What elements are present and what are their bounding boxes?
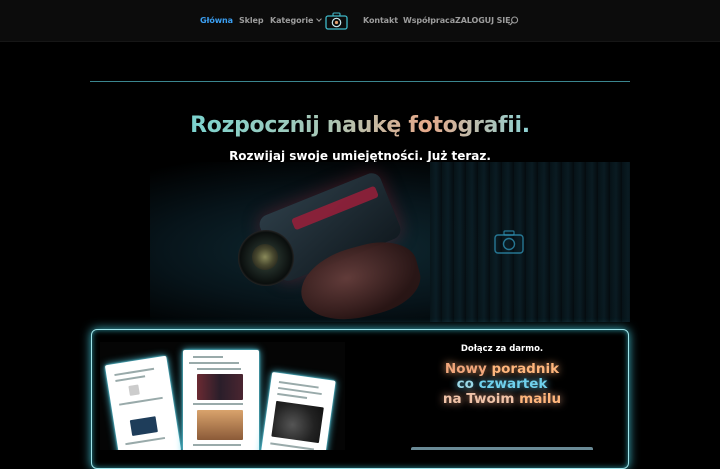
promo-line2-a: co [456, 376, 479, 392]
guide-page-3 [260, 371, 336, 450]
search-icon[interactable] [509, 16, 519, 26]
chevron-down-icon [316, 16, 323, 22]
nav-item-wspolpraca[interactable]: Współpraca [403, 16, 455, 25]
hero-title: Rozpocznij naukę fotografii. [190, 113, 530, 138]
nav-item-kategorie[interactable]: Kategorie [270, 16, 323, 25]
hero-subtitle: Rozwijaj swoje umiejętności. Już teraz. [229, 149, 491, 163]
hero-photo [150, 162, 630, 322]
top-navbar: Główna Sklep Kategorie Kontakt Współprac… [0, 0, 720, 41]
nav-item-sklep[interactable]: Sklep [239, 16, 264, 25]
guide-page-1 [104, 355, 182, 450]
promo-line3-a: na Twoim [442, 391, 520, 407]
guide-page-2 [183, 350, 259, 450]
nav-item-zaloguj[interactable]: ZALOGUJ SIĘ [455, 16, 511, 25]
guide-preview-image [100, 342, 345, 450]
photo-curtain [430, 162, 630, 322]
promo-line2-b: czwartek [478, 376, 548, 392]
camera-watermark-icon [494, 230, 524, 254]
promo-line1-b: poradnik [491, 361, 560, 377]
nav-item-kategorie-label: Kategorie [270, 16, 314, 25]
promo-line1-a: Nowy [444, 361, 492, 377]
promo-headline: Nowy poradnik co czwartek na Twoim mailu [402, 362, 602, 407]
camera-logo-icon[interactable] [325, 12, 348, 30]
join-free-label: Dołącz za darmo. [460, 344, 544, 354]
section-divider [90, 81, 630, 82]
nav-item-kontakt[interactable]: Kontakt [363, 16, 398, 25]
promo-line3-b: mailu [519, 391, 562, 407]
nav-item-glowna[interactable]: Główna [200, 16, 233, 25]
